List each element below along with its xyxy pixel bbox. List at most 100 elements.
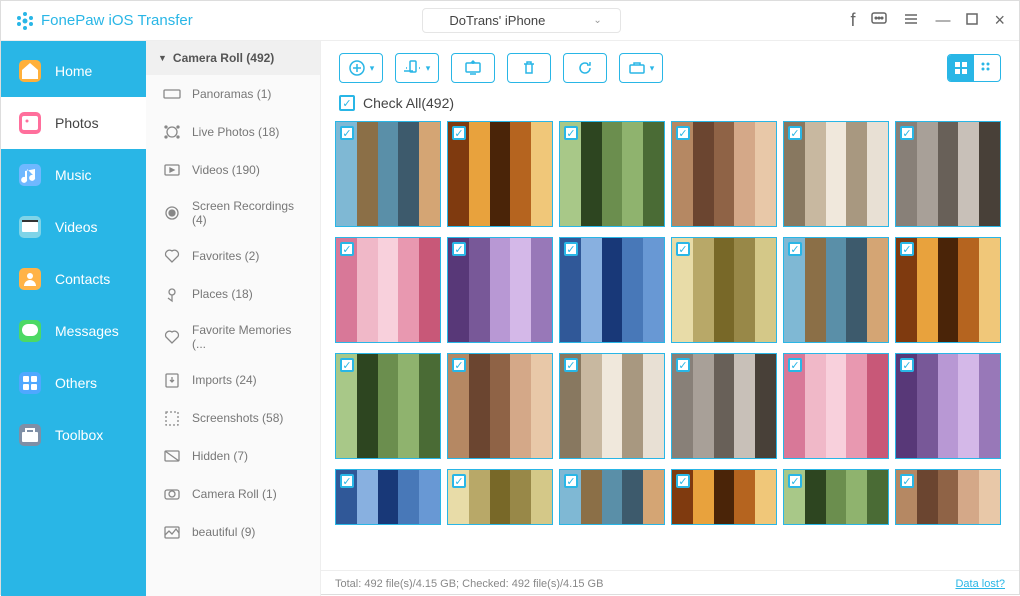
photo-thumb[interactable]: ✓ bbox=[783, 469, 889, 525]
toolbox-button[interactable]: ▾ bbox=[619, 53, 663, 83]
view-toggle[interactable] bbox=[947, 54, 1001, 82]
album-item[interactable]: Favorite Memories (... bbox=[146, 313, 320, 361]
menu-icon[interactable] bbox=[903, 11, 919, 31]
checkbox-icon[interactable]: ✓ bbox=[900, 474, 914, 488]
album-icon bbox=[162, 328, 182, 346]
photo-thumb[interactable]: ✓ bbox=[335, 121, 441, 227]
album-icon bbox=[162, 523, 182, 541]
album-item[interactable]: Videos (190) bbox=[146, 151, 320, 189]
album-header[interactable]: ▼ Camera Roll (492) bbox=[146, 41, 320, 75]
photo-thumb[interactable]: ✓ bbox=[783, 353, 889, 459]
facebook-icon[interactable]: f bbox=[850, 10, 855, 31]
photo-thumb[interactable]: ✓ bbox=[559, 121, 665, 227]
checkbox-icon[interactable]: ✓ bbox=[340, 358, 354, 372]
checkbox-icon[interactable]: ✓ bbox=[452, 474, 466, 488]
export-pc-button[interactable] bbox=[451, 53, 495, 83]
minimize-button[interactable]: — bbox=[935, 12, 950, 29]
nav-msg[interactable]: Messages bbox=[1, 305, 146, 357]
album-item[interactable]: Hidden (7) bbox=[146, 437, 320, 475]
checkbox-icon[interactable]: ✓ bbox=[340, 126, 354, 140]
nav-music[interactable]: Music bbox=[1, 149, 146, 201]
checkbox-icon[interactable]: ✓ bbox=[564, 474, 578, 488]
photo-thumb[interactable]: ✓ bbox=[783, 237, 889, 343]
photo-thumb[interactable]: ✓ bbox=[895, 469, 1001, 525]
album-icon bbox=[162, 123, 182, 141]
checkbox-icon[interactable]: ✓ bbox=[564, 126, 578, 140]
checkbox-icon[interactable]: ✓ bbox=[788, 126, 802, 140]
photo-thumb[interactable]: ✓ bbox=[335, 353, 441, 459]
photo-thumb[interactable]: ✓ bbox=[447, 353, 553, 459]
album-item[interactable]: Camera Roll (1) bbox=[146, 475, 320, 513]
msg-icon bbox=[19, 320, 41, 342]
checkbox-icon[interactable]: ✓ bbox=[900, 242, 914, 256]
album-icon bbox=[162, 204, 182, 222]
checkbox-icon[interactable]: ✓ bbox=[676, 126, 690, 140]
album-item[interactable]: Live Photos (18) bbox=[146, 113, 320, 151]
checkbox-icon[interactable]: ✓ bbox=[564, 358, 578, 372]
photo-thumb[interactable]: ✓ bbox=[335, 237, 441, 343]
photo-thumb[interactable]: ✓ bbox=[559, 237, 665, 343]
feedback-icon[interactable] bbox=[871, 11, 887, 31]
photo-thumb[interactable]: ✓ bbox=[671, 469, 777, 525]
photo-thumb[interactable]: ✓ bbox=[559, 353, 665, 459]
checkbox-icon[interactable]: ✓ bbox=[564, 242, 578, 256]
export-device-button[interactable]: ▾ bbox=[395, 53, 439, 83]
refresh-button[interactable] bbox=[563, 53, 607, 83]
status-bar: Total: 492 file(s)/4.15 GB; Checked: 492… bbox=[321, 570, 1019, 596]
nav-other[interactable]: Others bbox=[1, 357, 146, 409]
close-button[interactable]: × bbox=[994, 10, 1005, 31]
photo-thumb[interactable]: ✓ bbox=[335, 469, 441, 525]
album-item[interactable]: Screen Recordings (4) bbox=[146, 189, 320, 237]
photo-thumb[interactable]: ✓ bbox=[895, 121, 1001, 227]
nav-video[interactable]: Videos bbox=[1, 201, 146, 253]
checkbox-icon[interactable]: ✓ bbox=[340, 474, 354, 488]
checkbox-icon[interactable]: ✓ bbox=[452, 242, 466, 256]
nav-photo[interactable]: Photos bbox=[1, 97, 146, 149]
photo-thumb[interactable]: ✓ bbox=[895, 353, 1001, 459]
checkbox-icon[interactable]: ✓ bbox=[788, 242, 802, 256]
check-all[interactable]: ✓ Check All(492) bbox=[321, 95, 1019, 121]
checkbox-icon[interactable]: ✓ bbox=[676, 242, 690, 256]
checkbox-icon[interactable]: ✓ bbox=[676, 474, 690, 488]
toolbar: ▾ ▾ ▾ bbox=[321, 41, 1019, 95]
checkbox-icon[interactable]: ✓ bbox=[452, 126, 466, 140]
album-list: ▼ Camera Roll (492) Panoramas (1)Live Ph… bbox=[146, 41, 321, 596]
data-lost-link[interactable]: Data lost? bbox=[955, 578, 1005, 590]
album-item[interactable]: Favorites (2) bbox=[146, 237, 320, 275]
music-icon bbox=[19, 164, 41, 186]
album-icon bbox=[162, 285, 182, 303]
device-selector[interactable]: DoTrans' iPhone ⌄ bbox=[422, 8, 620, 33]
album-item[interactable]: Places (18) bbox=[146, 275, 320, 313]
photo-thumb[interactable]: ✓ bbox=[671, 353, 777, 459]
nav-tool[interactable]: Toolbox bbox=[1, 409, 146, 461]
delete-button[interactable] bbox=[507, 53, 551, 83]
checkbox-icon[interactable]: ✓ bbox=[452, 358, 466, 372]
nav-home[interactable]: Home bbox=[1, 45, 146, 97]
home-icon bbox=[19, 60, 41, 82]
photo-thumb[interactable]: ✓ bbox=[783, 121, 889, 227]
photo-thumb[interactable]: ✓ bbox=[447, 469, 553, 525]
checkbox-icon[interactable]: ✓ bbox=[900, 358, 914, 372]
checkbox-icon[interactable]: ✓ bbox=[900, 126, 914, 140]
checkbox-icon[interactable]: ✓ bbox=[788, 474, 802, 488]
album-item[interactable]: Screenshots (58) bbox=[146, 399, 320, 437]
checkbox-icon[interactable]: ✓ bbox=[339, 95, 355, 111]
add-button[interactable]: ▾ bbox=[339, 53, 383, 83]
album-item[interactable]: Panoramas (1) bbox=[146, 75, 320, 113]
list-view-icon[interactable] bbox=[974, 55, 1000, 81]
photo-thumb[interactable]: ✓ bbox=[559, 469, 665, 525]
album-icon bbox=[162, 447, 182, 465]
photo-thumb[interactable]: ✓ bbox=[447, 237, 553, 343]
checkbox-icon[interactable]: ✓ bbox=[788, 358, 802, 372]
photo-thumb[interactable]: ✓ bbox=[671, 121, 777, 227]
maximize-button[interactable] bbox=[966, 12, 978, 29]
photo-thumb[interactable]: ✓ bbox=[447, 121, 553, 227]
photo-thumb[interactable]: ✓ bbox=[671, 237, 777, 343]
grid-view-icon[interactable] bbox=[948, 55, 974, 81]
checkbox-icon[interactable]: ✓ bbox=[340, 242, 354, 256]
photo-thumb[interactable]: ✓ bbox=[895, 237, 1001, 343]
album-item[interactable]: beautiful (9) bbox=[146, 513, 320, 551]
album-item[interactable]: Imports (24) bbox=[146, 361, 320, 399]
nav-contact[interactable]: Contacts bbox=[1, 253, 146, 305]
checkbox-icon[interactable]: ✓ bbox=[676, 358, 690, 372]
